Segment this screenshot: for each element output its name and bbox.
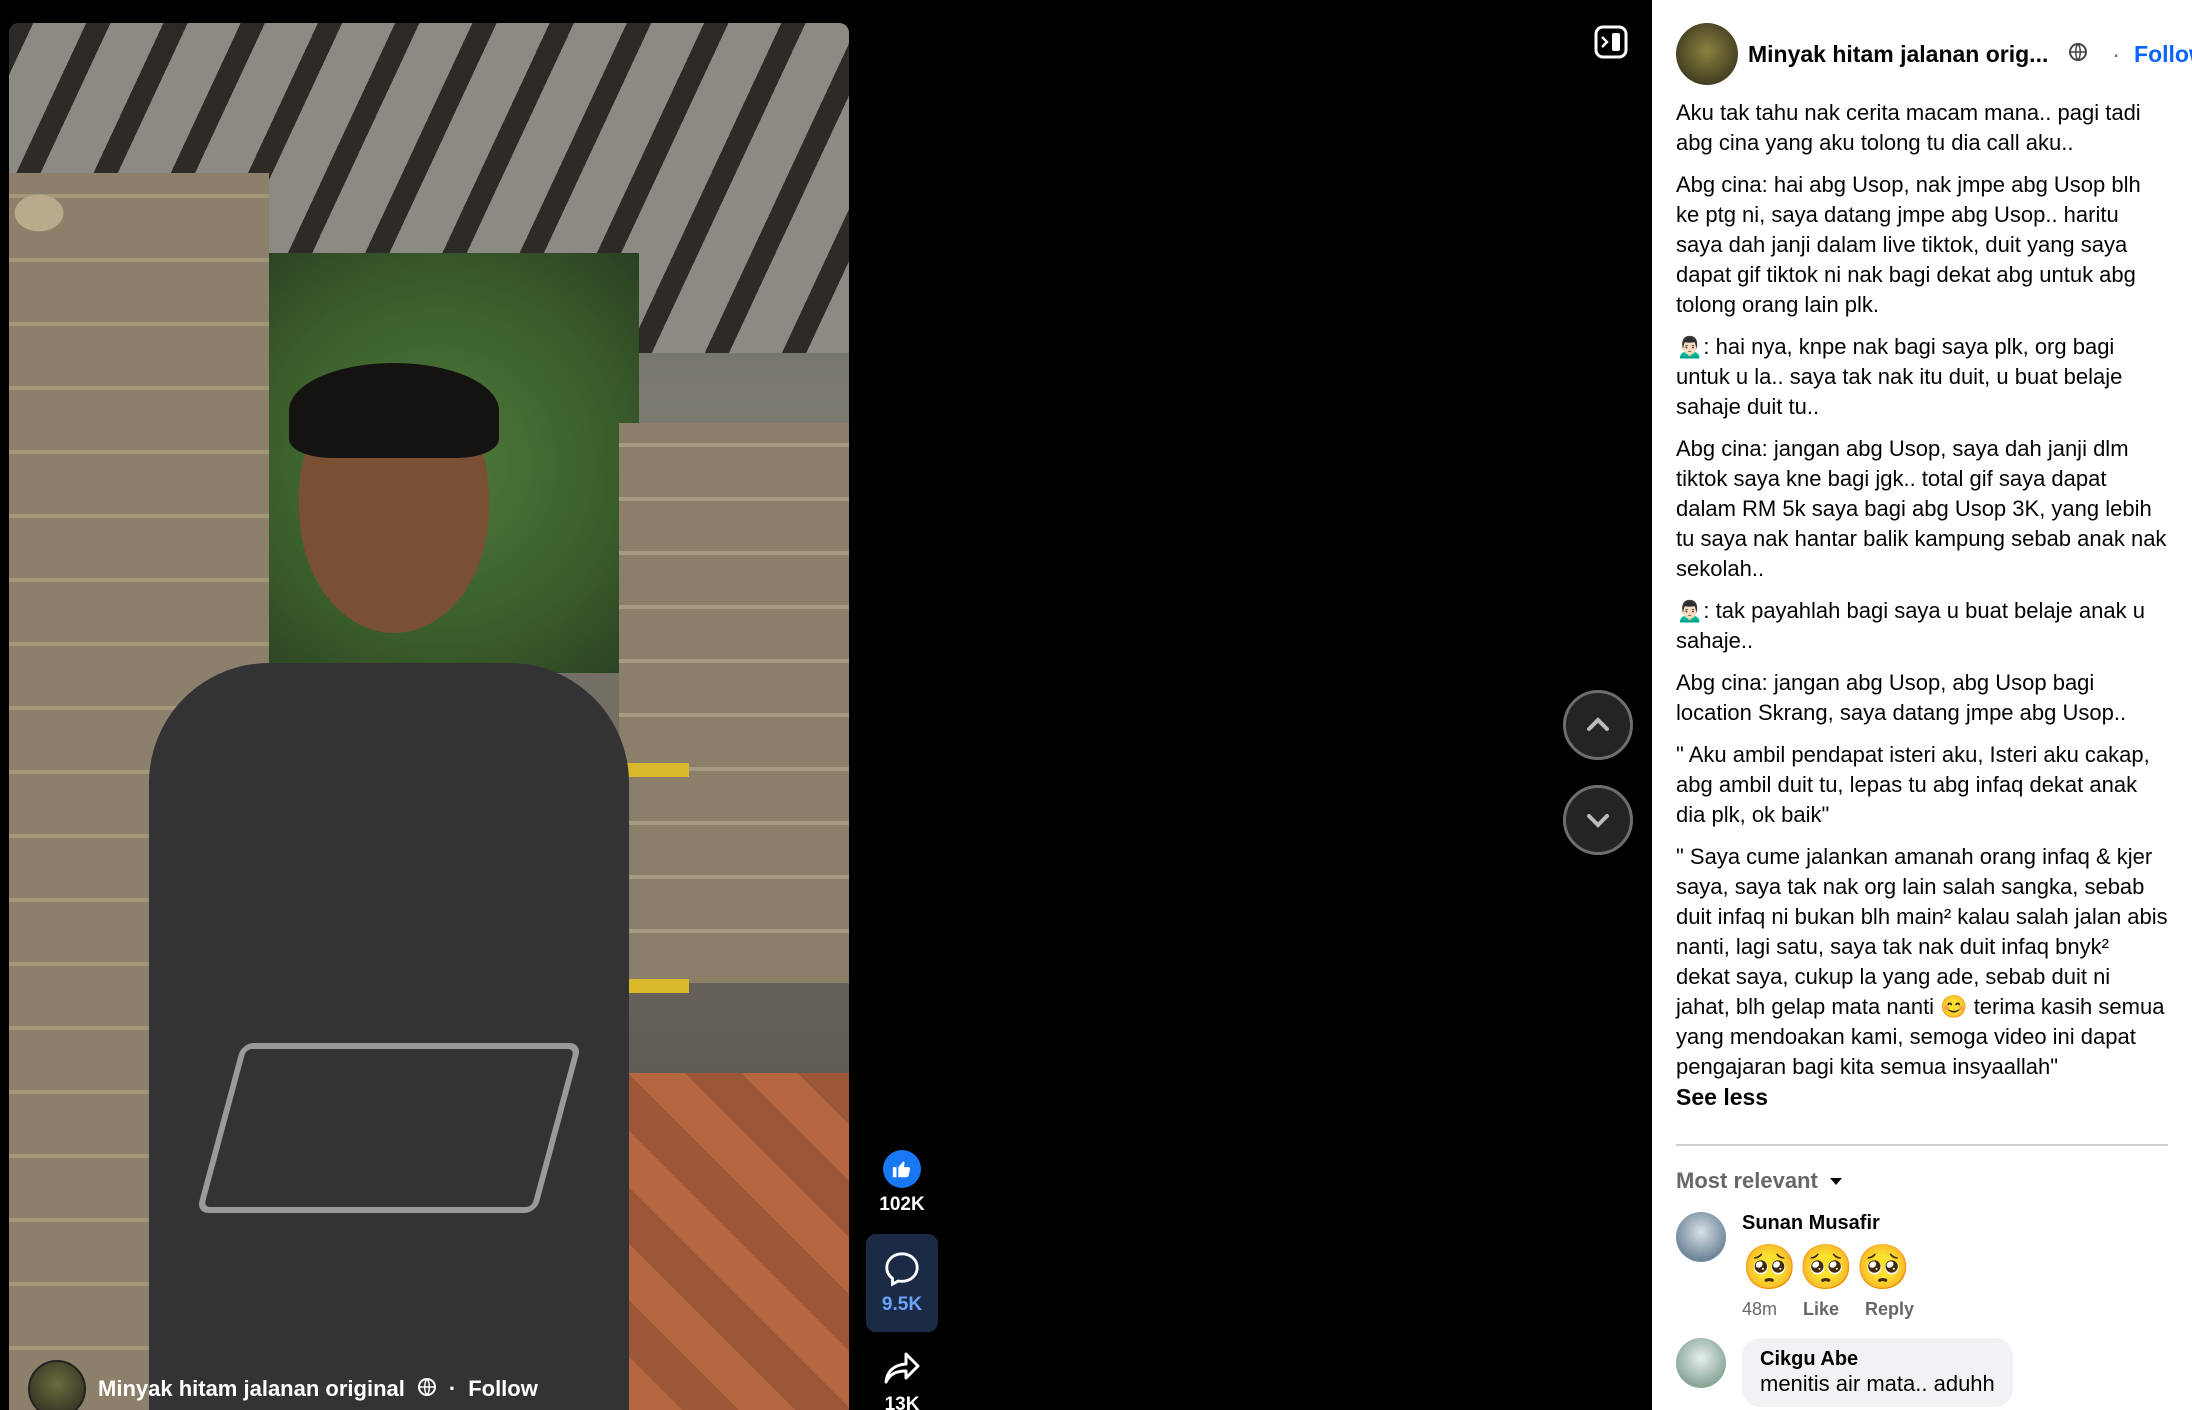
commenter-avatar[interactable] bbox=[1676, 1212, 1726, 1262]
like-count: 102K bbox=[879, 1194, 925, 1215]
comment-count: 9.5K bbox=[881, 1294, 923, 1315]
shirt-print bbox=[196, 1043, 582, 1213]
author-dot: · bbox=[448, 1376, 457, 1401]
chevron-up-icon bbox=[1587, 717, 1609, 731]
comment-button[interactable]: 9.5K bbox=[866, 1234, 938, 1332]
comment-bubble: Cikgu Abe menitis air mata.. aduhh bbox=[1742, 1338, 2013, 1407]
header-dot: · bbox=[2112, 40, 2121, 67]
commenter-name[interactable]: Cikgu Abe bbox=[1760, 1348, 1995, 1371]
share-arrow-icon[interactable] bbox=[882, 1350, 922, 1388]
comment-bubble-icon bbox=[885, 1252, 919, 1287]
post-caption: Aku tak tahu nak cerita macam mana.. pag… bbox=[1676, 98, 2168, 1112]
thumbs-up-icon[interactable] bbox=[883, 1150, 921, 1188]
video-stage: Minyak hitam jalanan original · Follow 1… bbox=[0, 0, 1652, 1410]
video-author-bar: Minyak hitam jalanan original · Follow bbox=[28, 1360, 538, 1410]
video-person bbox=[149, 363, 629, 1410]
previous-reel-button[interactable] bbox=[1563, 690, 1633, 760]
person-shirt bbox=[149, 663, 629, 1410]
comment-meta: 48m Like Reply bbox=[1742, 1299, 1914, 1320]
comment-text: 🥺🥺🥺 bbox=[1742, 1243, 1913, 1292]
see-less-link[interactable]: See less bbox=[1676, 1082, 2168, 1112]
comment-action[interactable]: 9.5K bbox=[866, 1234, 938, 1332]
video-player[interactable] bbox=[9, 23, 849, 1410]
video-actions: 102K 9.5K 13K bbox=[866, 1150, 938, 1410]
caption-paragraph: " Saya cume jalankan amanah orang infaq … bbox=[1676, 844, 2168, 1079]
caption-paragraph: Aku tak tahu nak cerita macam mana.. pag… bbox=[1676, 100, 2141, 155]
comment-like-button[interactable]: Like bbox=[1803, 1299, 1839, 1320]
miniplayer-button[interactable] bbox=[1593, 24, 1629, 60]
video-follow-button[interactable]: Follow bbox=[468, 1376, 538, 1402]
page-name[interactable]: Minyak hitam jalanan orig... bbox=[1748, 41, 2048, 68]
caret-down-icon bbox=[1829, 1178, 1842, 1185]
chevron-down-icon bbox=[1587, 814, 1609, 828]
post-header: Minyak hitam jalanan orig... · Follow bbox=[1676, 22, 2192, 86]
caption-paragraph: 🙍🏻‍♂️: tak payahlah bagi saya u buat bel… bbox=[1676, 598, 2145, 653]
next-reel-button[interactable] bbox=[1563, 785, 1633, 855]
caption-paragraph: Abg cina: jangan abg Usop, saya dah janj… bbox=[1676, 436, 2167, 581]
globe-icon bbox=[417, 1377, 437, 1402]
person-hair bbox=[289, 363, 499, 458]
caption-paragraph: Abg cina: hai abg Usop, nak jmpe abg Uso… bbox=[1676, 172, 2141, 317]
sort-label: Most relevant bbox=[1676, 1168, 1818, 1193]
caption-paragraph: 🙍🏻‍♂️: hai nya, knpe nak bagi saya plk, … bbox=[1676, 334, 2123, 419]
caption-paragraph: " Aku ambil pendapat isteri aku, Isteri … bbox=[1676, 742, 2150, 827]
commenter-avatar[interactable] bbox=[1676, 1338, 1726, 1388]
comment-item: Cikgu Abe menitis air mata.. aduhh bbox=[1676, 1338, 2168, 1407]
comment-time[interactable]: 48m bbox=[1742, 1299, 1777, 1320]
follow-button[interactable]: Follow bbox=[2134, 41, 2192, 68]
author-avatar[interactable] bbox=[28, 1360, 86, 1410]
post-sidebar: Minyak hitam jalanan orig... · Follow Ak… bbox=[1652, 0, 2192, 1410]
caption-paragraph: Abg cina: jangan abg Usop, abg Usop bagi… bbox=[1676, 670, 2127, 725]
comment-item: Sunan Musafir 🥺🥺🥺 48m Like Reply bbox=[1676, 1212, 2168, 1320]
like-action[interactable]: 102K bbox=[866, 1150, 938, 1216]
divider bbox=[1676, 1144, 2168, 1146]
comment-sort-dropdown[interactable]: Most relevant bbox=[1676, 1168, 2168, 1194]
share-count: 13K bbox=[884, 1394, 920, 1410]
comment-reply-button[interactable]: Reply bbox=[1865, 1299, 1914, 1320]
comment-text: menitis air mata.. aduhh bbox=[1760, 1371, 1995, 1396]
page-avatar[interactable] bbox=[1676, 23, 1738, 85]
share-action[interactable]: 13K bbox=[866, 1350, 938, 1410]
miniplayer-icon bbox=[1594, 25, 1628, 59]
author-name[interactable]: Minyak hitam jalanan original bbox=[98, 1376, 405, 1402]
globe-icon bbox=[2068, 42, 2088, 67]
commenter-name[interactable]: Sunan Musafir bbox=[1742, 1212, 1914, 1235]
reels-viewer: Minyak hitam jalanan original · Follow 1… bbox=[0, 0, 2192, 1410]
